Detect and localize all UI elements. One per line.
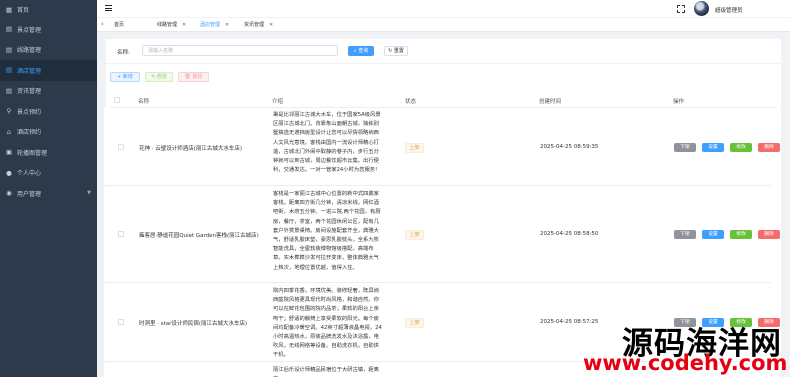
tags-bar: ‹ 首页 线路管理 ✕ 酒店管理 ✕ 资讯管理 ✕ [97,18,790,32]
sidebar-item-label: 个人中心 [17,170,42,178]
add-label: + 新增 [117,74,133,80]
row-edit-button[interactable]: 修改 [730,143,752,152]
image-icon: ▣ [5,148,13,157]
document-icon: ▤ [5,25,13,34]
reset-label: 重置 [393,48,404,54]
sidebar-item-profile[interactable]: ● 个人中心 [0,163,97,184]
fullscreen-icon[interactable] [677,5,685,13]
edit-button[interactable]: ✎ 修改 [145,72,173,82]
setting-button[interactable]: 设置 [702,230,724,239]
sidebar-item-label: 首页 [17,7,30,14]
column-header-actions: 操作 [673,99,685,105]
tab-label: 线路管理 [157,22,178,28]
search-label: 名称: [117,50,130,56]
sidebar-item-label: 景点管理 [17,26,42,34]
row-checkbox[interactable] [118,144,124,150]
add-button[interactable]: + 新增 [110,72,140,82]
row-edit-button[interactable]: 修改 [730,230,752,239]
column-header-intro: 介绍 [272,99,284,105]
row-delete-button[interactable]: 删除 [758,230,780,239]
watermark-url: www.codehy.com [583,351,788,375]
edit-label: 修改 [156,74,167,80]
query-button[interactable]: ⌕ 查询 [348,46,374,56]
sidebar-item-home[interactable]: ▦ 首页 [0,0,97,19]
sidebar-item-label: 酒店预约 [17,129,42,137]
unlist-button[interactable]: 下架 [674,143,696,152]
table-row: 雍客居·静谧花园Quiet Garden客栈(丽江古城店) 客栈是一家丽江古城中… [104,187,780,283]
search-input[interactable] [142,45,338,56]
delete-label: 删除 [192,74,203,80]
setting-button[interactable]: 设置 [702,143,724,152]
menu-toggle-icon[interactable] [105,5,112,11]
document-icon: ▤ [5,45,13,54]
sidebar-item-label: 资讯管理 [17,88,42,96]
sidebar-item-label: 轮播图管理 [17,149,48,157]
document-icon: ▤ [5,86,13,95]
sidebar-item-label: 酒店管理 [17,67,42,75]
unlist-button[interactable]: 下架 [674,230,696,239]
row-delete-button[interactable]: 删除 [758,143,780,152]
sidebar-item-news[interactable]: ▤ 资讯管理 [0,81,97,102]
users-icon: ◉ [6,189,12,198]
created-time: 2025-04-25 08:59:35 [540,144,599,150]
created-time: 2025-04-25 08:57:25 [540,319,599,325]
sidebar-item-label: 用户管理 [17,190,42,198]
sidebar-item-carousel[interactable]: ▣ 轮播图管理 [0,142,97,163]
hotel-icon: ⌂ [6,127,12,136]
chevron-left-icon[interactable]: ‹ [101,21,104,28]
sidebar-item-label: 景点预约 [17,108,42,116]
tab-label: 资讯管理 [244,22,265,28]
sidebar: ▦ 首页 ▤ 景点管理 ▤ 线路管理 ▤ 酒店管理 ▤ 资讯管理 ⚲ 景点预约 … [0,0,97,377]
column-header-created: 创建时间 [539,99,562,105]
reset-button[interactable]: ↻ 重置 [384,46,408,56]
dashboard-icon: ▦ [5,5,13,14]
username[interactable]: 超级管理员 [715,6,743,14]
hotel-intro: 秉是比邻丽江古城大水车，位于国家5A级风景区丽江古城北门。背靠象山面朝古城，独栋… [273,112,381,174]
hotel-intro: 院内四季花香。环境优美。装修轻奢，既具纳西庭院风格更具现代时尚风格，和谐自然。你… [273,288,382,359]
close-icon[interactable]: ✕ [269,22,273,28]
tab-news[interactable]: 资讯管理 ✕ [244,21,273,29]
pin-icon: ⚲ [6,107,12,116]
row-checkbox[interactable] [118,319,124,325]
sidebar-item-attraction-booking[interactable]: ⚲ 景点预约 [0,101,97,122]
created-time: 2025-04-25 08:58:50 [540,231,599,237]
table-row: 花神 · 云璧设计师酒店(丽江古城大水车店) 秉是比邻丽江古城大水车，位于国家5… [104,108,780,186]
tab-routes[interactable]: 线路管理 ✕ [157,21,186,29]
tab-hotels[interactable]: 酒店管理 ✕ [200,21,229,29]
sidebar-item-users[interactable]: ◉ 用户管理 ▼ [0,183,97,204]
tab-label: 首页 [114,22,125,28]
top-header: 超级管理员 [97,0,790,17]
status-badge: 上架 [405,230,424,240]
chevron-down-icon: ▼ [87,190,91,197]
avatar[interactable] [694,1,709,16]
hotel-name: 花神 · 云璧设计师酒店(丽江古城大水车店) [139,146,243,152]
column-header-name: 名称 [138,99,150,105]
search-panel: 名称: ⌕ 查询 ↻ 重置 [106,39,781,63]
sidebar-item-attractions[interactable]: ▤ 景点管理 [0,19,97,40]
select-all-checkbox[interactable] [114,97,120,103]
user-icon: ● [6,168,12,177]
delete-button[interactable]: 🗑 删除 [178,72,209,82]
tab-home[interactable]: 首页 [114,21,124,29]
document-icon: ▤ [5,66,13,75]
hotel-name: 时洞里 · star设计师民宿(丽江古城大水车店) [139,321,248,327]
row-checkbox[interactable] [118,231,124,237]
sidebar-item-routes[interactable]: ▤ 线路管理 [0,40,97,61]
hotel-intro: 丽江后乐设计师精品民宿位于大研古镇，距离古 [273,367,379,377]
status-badge: 上架 [405,318,424,328]
tab-label: 酒店管理 [200,22,221,28]
table-header: 名称 介绍 状态 创建时间 操作 [110,92,777,108]
close-icon[interactable]: ✕ [182,22,186,28]
query-label: 查询 [358,48,369,54]
sidebar-item-label: 线路管理 [17,47,42,55]
column-header-status: 状态 [405,99,417,105]
sidebar-item-hotel-booking[interactable]: ⌂ 酒店预约 [0,122,97,143]
sidebar-item-hotels[interactable]: ▤ 酒店管理 [0,60,97,81]
hotel-name: 雍客居·静谧花园Quiet Garden客栈(丽江古城店) [139,233,259,239]
close-icon[interactable]: ✕ [225,22,229,28]
hotel-intro: 客栈是一家丽江古城中心位置的新中式四鼎家客栈。距离四方街几分钟，清凉米线，网红酒… [273,191,381,271]
status-badge: 上架 [405,143,424,153]
